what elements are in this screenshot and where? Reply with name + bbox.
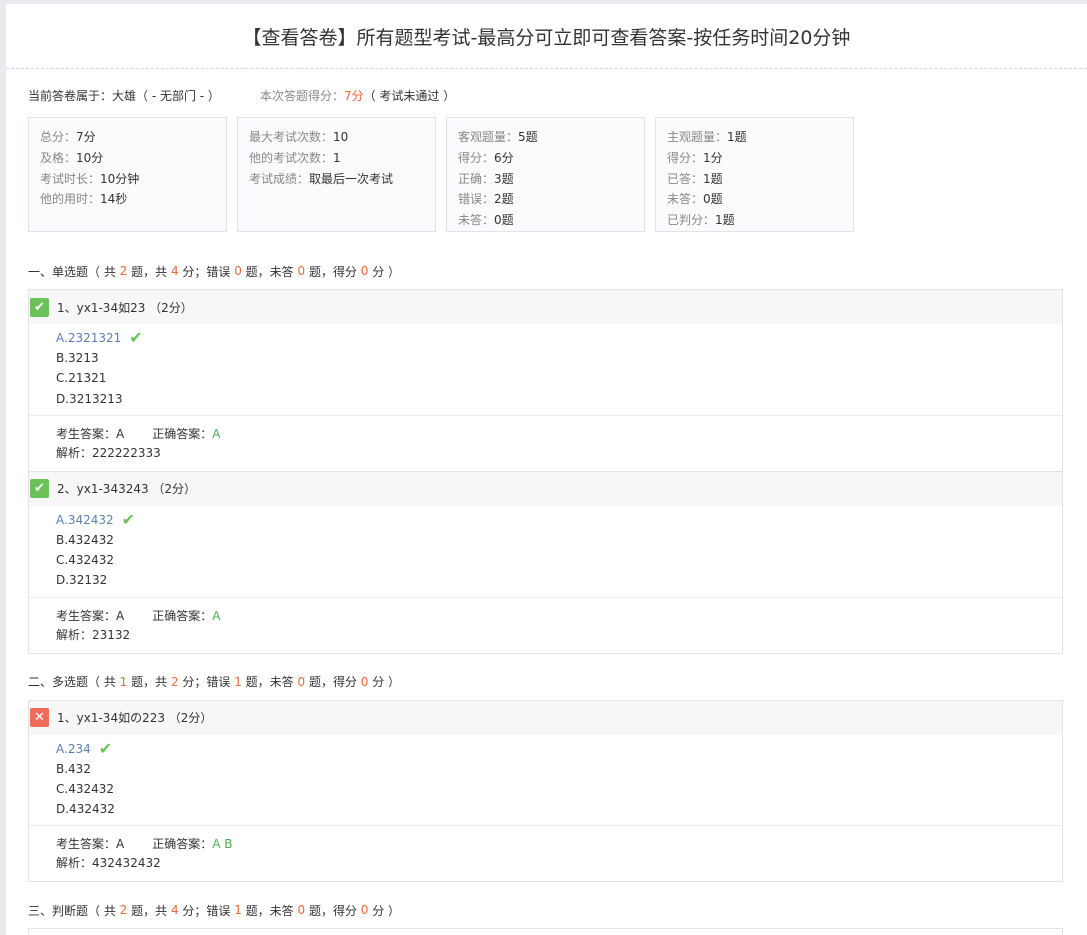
student-answer: A	[116, 426, 125, 441]
wrong-cross-icon: ✕	[30, 708, 49, 728]
card-row: 已答：1题	[667, 171, 723, 186]
owner-name: 大雄（ - 无部门 - ）	[112, 88, 220, 103]
card-row: 错误：2题	[458, 192, 514, 207]
options-list: A.2321321 ✔ B.3213 C.21321 D.3213213	[29, 324, 1062, 415]
score-label: 本次答题得分：	[259, 88, 344, 103]
options-list: A.342432 ✔ B.432432 C.432432 D.32132	[29, 506, 1062, 597]
page-title: 【查看答卷】所有题型考试-最高分可立即可查看答案-按任务时间20分钟	[6, 4, 1087, 69]
owner-label: 当前答卷属于：	[28, 88, 113, 103]
option: D.32132	[56, 573, 108, 588]
option: B.432	[56, 761, 91, 776]
card-row: 总分：7分	[40, 130, 96, 144]
checkmark-icon: ✔	[121, 509, 136, 529]
question-text: 1、yx1-34如23 （2分）	[57, 300, 193, 315]
option: D.432432	[56, 802, 115, 817]
card-row: 最大考试次数：10	[249, 130, 349, 144]
card-row: 得分：6分	[458, 150, 514, 165]
card-row: 及格：10分	[40, 150, 104, 165]
question-group-true-false	[28, 928, 1063, 935]
owner-line: 当前答卷属于： 大雄（ - 无部门 - ） 本次答题得分： 7分 （ 考试未通过…	[28, 85, 1063, 105]
section-title-single-choice: 一、单选题（ 共 2 题，共 4 分；错误 0 题，未答 0 题，得分 0 分 …	[28, 264, 401, 279]
question-group-single: ✔ 1、yx1-34如23 （2分） A.2321321 ✔ B.3213 C.2…	[28, 289, 1063, 654]
section-title-multi-choice: 二、多选题（ 共 1 题，共 2 分；错误 1 题，未答 0 题，得分 0 分 …	[28, 674, 401, 690]
analysis-text: 222222333	[92, 445, 161, 460]
question-header: ✔ 2、yx1-343243 （2分）	[29, 470, 1062, 506]
option: B.432432	[56, 533, 114, 548]
correct-answer: A	[212, 608, 221, 623]
checkmark-icon: ✔	[98, 738, 113, 758]
options-list: A.234 ✔ B.432 C.432432 D.432432	[29, 735, 1062, 826]
summary-card-subjective: 主观题量：1题 得分：1分 已答：1题 未答：0题 已判分：1题	[655, 117, 854, 232]
option: B.3213	[56, 351, 99, 366]
option: C.432432	[56, 782, 115, 797]
card-row: 已判分：1题	[667, 213, 735, 228]
option: C.21321	[56, 371, 107, 386]
summary-card-score: 总分：7分 及格：10分 考试时长：10分钟 他的用时：14秒	[28, 117, 227, 232]
card-row: 未答：0题	[458, 213, 514, 228]
answer-box: 考生答案：A 正确答案：A 解析：23132	[29, 596, 1062, 653]
analysis-text: 432432432	[92, 856, 161, 871]
section-title-true-false: 三、判断题（ 共 2 题，共 4 分；错误 1 题，未答 0 题，得分 0 分 …	[28, 903, 401, 918]
question-header: ✕ 1、yx1-34如の223 （2分）	[29, 700, 1062, 735]
correct-answer: A	[212, 426, 221, 441]
option-correct: A.234 ✔	[56, 738, 113, 758]
correct-answer: A B	[212, 837, 233, 852]
card-row: 考试成绩：取最后一次考试	[249, 171, 394, 186]
option: D.3213213	[56, 391, 123, 406]
result-text: （ 考试未通过 ）	[363, 88, 456, 103]
card-row: 得分：1分	[667, 150, 723, 165]
card-row: 未答：0题	[667, 192, 723, 207]
question-header: ✔ 1、yx1-34如23 （2分）	[29, 290, 1062, 324]
summary-cards: 总分：7分 及格：10分 考试时长：10分钟 他的用时：14秒 最大考试次数：1…	[28, 117, 1063, 232]
card-row: 考试时长：10分钟	[40, 171, 140, 186]
summary-card-objective: 客观题量：5题 得分：6分 正确：3题 错误：2题 未答：0题	[446, 117, 645, 232]
question-group-multi: ✕ 1、yx1-34如の223 （2分） A.234 ✔ B.432 C.4324…	[28, 699, 1063, 883]
question-text: 1、yx1-34如の223 （2分）	[57, 711, 213, 726]
card-row: 主观题量：1题	[667, 130, 747, 144]
student-answer: A	[116, 608, 125, 623]
score-value: 7分	[343, 88, 364, 103]
card-row: 他的考试次数：1	[249, 150, 341, 165]
correct-check-icon: ✔	[30, 297, 49, 317]
card-row: 他的用时：14秒	[40, 192, 128, 207]
checkmark-icon: ✔	[129, 328, 143, 347]
correct-check-icon: ✔	[30, 479, 49, 499]
option-correct: A.342432 ✔	[56, 509, 136, 529]
card-row: 正确：3题	[458, 171, 514, 186]
card-row: 客观题量：5题	[458, 130, 538, 144]
analysis-text: 23132	[92, 627, 131, 642]
exam-review-page: 【查看答卷】所有题型考试-最高分可立即可查看答案-按任务时间20分钟 当前答卷属…	[6, 4, 1087, 935]
answer-box: 考生答案：A 正确答案：A B 解析：432432432	[29, 825, 1062, 881]
summary-card-attempts: 最大考试次数：10 他的考试次数：1 考试成绩：取最后一次考试	[237, 117, 436, 232]
option: C.432432	[56, 553, 115, 568]
student-answer: A	[116, 837, 125, 852]
answer-box: 考生答案：A 正确答案：A 解析：222222333	[29, 414, 1062, 471]
question-text: 2、yx1-343243 （2分）	[57, 482, 197, 497]
content: 当前答卷属于： 大雄（ - 无部门 - ） 本次答题得分： 7分 （ 考试未通过…	[6, 85, 1087, 935]
option-correct: A.2321321 ✔	[56, 328, 143, 347]
